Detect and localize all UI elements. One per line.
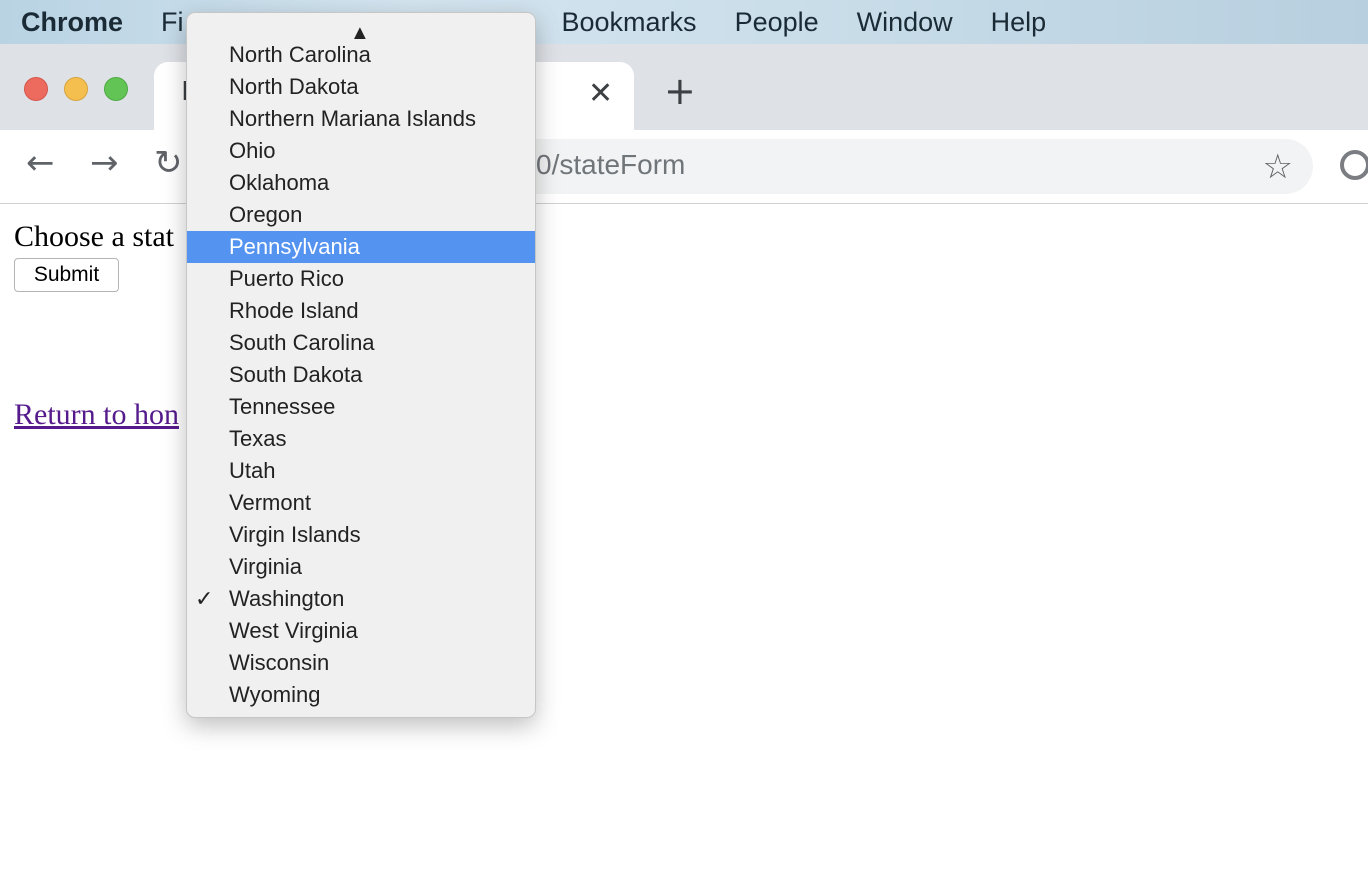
dropdown-option[interactable]: Vermont: [187, 487, 535, 519]
dropdown-option-label: Washington: [229, 586, 345, 611]
dropdown-option-label: Puerto Rico: [229, 266, 344, 291]
reload-icon[interactable]: ↻: [154, 146, 183, 180]
dropdown-option-label: Virgin Islands: [229, 522, 361, 547]
dropdown-option-label: Oklahoma: [229, 170, 330, 195]
dropdown-option-label: West Virginia: [229, 618, 358, 643]
zoom-window-button[interactable]: [104, 77, 128, 101]
menu-app-name[interactable]: Chrome: [21, 7, 123, 38]
dropdown-options: North Carolina North Dakota Northern Maria…: [187, 39, 535, 711]
dropdown-option[interactable]: ✓ Washington: [187, 583, 535, 615]
dropdown-option-label: Pennsylvania: [229, 234, 360, 259]
checkmark-icon: ✓: [195, 586, 214, 611]
dropdown-option-label: Vermont: [229, 490, 311, 515]
dropdown-option[interactable]: Pennsylvania: [187, 231, 535, 263]
dropdown-option-label: Wyoming: [229, 682, 321, 707]
menu-file[interactable]: Fi: [161, 7, 184, 38]
dropdown-option[interactable]: North Carolina: [187, 39, 535, 71]
tab-close-icon[interactable]: ✕: [588, 76, 613, 111]
dropdown-option[interactable]: Texas: [187, 423, 535, 455]
dropdown-option[interactable]: Oklahoma: [187, 167, 535, 199]
dropdown-option[interactable]: Wisconsin: [187, 647, 535, 679]
dropdown-option[interactable]: South Dakota: [187, 359, 535, 391]
url-text: 0/stateForm: [536, 149, 686, 180]
state-dropdown-menu[interactable]: ▲ North Carolina North Dakota Northern Mar…: [186, 12, 536, 718]
new-tab-icon[interactable]: +: [664, 72, 696, 110]
dropdown-option-label: Oregon: [229, 202, 303, 227]
dropdown-option-label: South Carolina: [229, 330, 375, 355]
dropdown-option[interactable]: Rhode Island: [187, 295, 535, 327]
dropdown-option[interactable]: Northern Mariana Islands: [187, 103, 535, 135]
minimize-window-button[interactable]: [64, 77, 88, 101]
dropdown-option-label: Ohio: [229, 138, 276, 163]
dropdown-option[interactable]: Virginia: [187, 551, 535, 583]
dropdown-option[interactable]: Oregon: [187, 199, 535, 231]
dropdown-option[interactable]: Puerto Rico: [187, 263, 535, 295]
dropdown-option[interactable]: West Virginia: [187, 615, 535, 647]
dropdown-option-label: Northern Mariana Islands: [229, 106, 477, 131]
submit-button[interactable]: Submit: [14, 258, 119, 292]
dropdown-option[interactable]: Virgin Islands: [187, 519, 535, 551]
dropdown-option[interactable]: Tennessee: [187, 391, 535, 423]
menu-people[interactable]: People: [735, 7, 819, 38]
close-window-button[interactable]: [24, 77, 48, 101]
dropdown-option[interactable]: Wyoming: [187, 679, 535, 711]
menu-help[interactable]: Help: [991, 7, 1047, 38]
dropdown-option-label: Wisconsin: [229, 650, 330, 675]
dropdown-option[interactable]: Utah: [187, 455, 535, 487]
back-arrow-icon[interactable]: ←: [26, 146, 55, 180]
dropdown-option-label: Utah: [229, 458, 276, 483]
profile-avatar-icon[interactable]: [1340, 150, 1368, 180]
menu-window[interactable]: Window: [857, 7, 953, 38]
dropdown-option[interactable]: Ohio: [187, 135, 535, 167]
dropdown-option-label: North Carolina: [229, 42, 371, 67]
dropdown-option-label: Rhode Island: [229, 298, 359, 323]
dropdown-option[interactable]: North Dakota: [187, 71, 535, 103]
state-select-label: Choose a stat: [14, 220, 174, 253]
dropdown-option-label: Texas: [229, 426, 287, 451]
dropdown-option-label: North Dakota: [229, 74, 359, 99]
dropdown-option[interactable]: South Carolina: [187, 327, 535, 359]
dropdown-option-label: South Dakota: [229, 362, 363, 387]
forward-arrow-icon[interactable]: →: [90, 146, 119, 180]
bookmark-star-icon[interactable]: ☆: [1263, 147, 1293, 187]
return-home-link[interactable]: Return to hon: [14, 398, 179, 432]
dropdown-option-label: Tennessee: [229, 394, 336, 419]
dropdown-option-label: Virginia: [229, 554, 302, 579]
menu-bookmarks[interactable]: Bookmarks: [562, 7, 697, 38]
